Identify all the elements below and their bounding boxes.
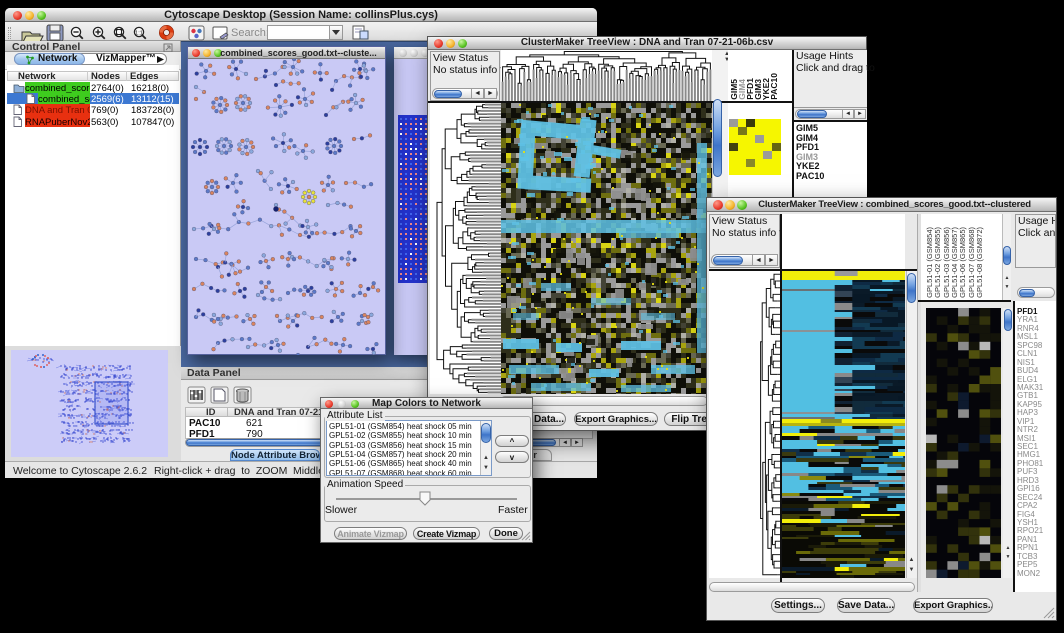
svg-text:1:1: 1:1 [135,30,143,36]
